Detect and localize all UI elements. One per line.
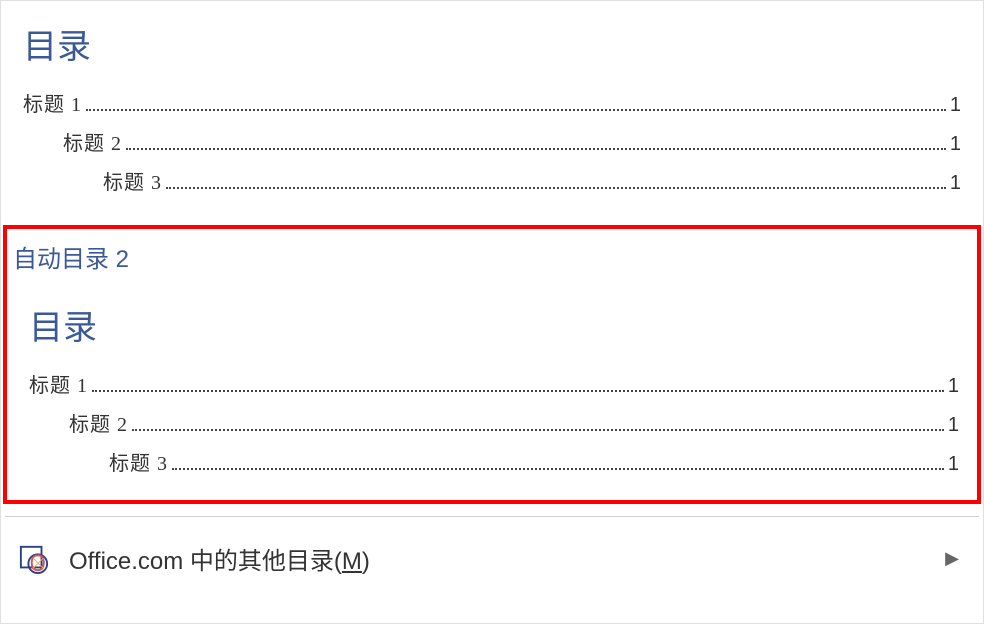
toc-entry: 标题 1 1	[23, 88, 961, 117]
toc-title: 目录	[29, 300, 959, 349]
toc-entry-page: 1	[948, 453, 959, 476]
label-suffix: )	[362, 548, 370, 575]
toc-entry-label: 标题 3	[103, 166, 162, 195]
toc-entry-page: 1	[948, 414, 959, 437]
toc-preview-inner: 目录 标题 1 1 标题 2 1 标题 3 1	[7, 300, 977, 500]
toc-entry-page: 1	[950, 94, 961, 117]
toc-leader-dots	[132, 429, 944, 431]
more-toc-label: Office.com 中的其他目录(M)	[69, 541, 945, 576]
toc-entry-label: 标题 3	[109, 447, 168, 476]
toc-leader-dots	[92, 390, 944, 392]
toc-preview-block-2-selected[interactable]: 自动目录 2 目录 标题 1 1 标题 2 1 标题 3 1	[3, 225, 981, 504]
toc-entry-label: 标题 2	[69, 408, 128, 437]
toc-leader-dots	[166, 187, 946, 189]
toc-entry-label: 标题 2	[63, 127, 122, 156]
toc-entry: 标题 2 1	[23, 127, 961, 156]
toc-entry-page: 1	[948, 375, 959, 398]
toc-leader-dots	[172, 468, 944, 470]
toc-entry-label: 标题 1	[29, 369, 88, 398]
toc-leader-dots	[126, 148, 946, 150]
toc-entry-page: 1	[950, 133, 961, 156]
office-online-icon	[19, 544, 49, 574]
toc-preview-block-1[interactable]: 目录 标题 1 1 标题 2 1 标题 3 1	[1, 1, 983, 215]
toc-entry: 标题 3 1	[29, 447, 959, 476]
chevron-right-icon: ▶	[945, 548, 959, 569]
mnemonic-key: M	[342, 548, 362, 575]
toc-entry: 标题 3 1	[23, 166, 961, 195]
toc-entry: 标题 2 1	[29, 408, 959, 437]
more-toc-from-office-menu-item[interactable]: Office.com 中的其他目录(M) ▶	[1, 517, 983, 592]
label-prefix: Office.com 中的其他目录(	[69, 548, 342, 575]
toc-leader-dots	[86, 109, 946, 111]
toc-entry: 标题 1 1	[29, 369, 959, 398]
toc-entry-label: 标题 1	[23, 88, 82, 117]
toc-entry-page: 1	[950, 172, 961, 195]
toc-style-name: 自动目录 2	[7, 233, 977, 280]
toc-title: 目录	[23, 19, 961, 68]
